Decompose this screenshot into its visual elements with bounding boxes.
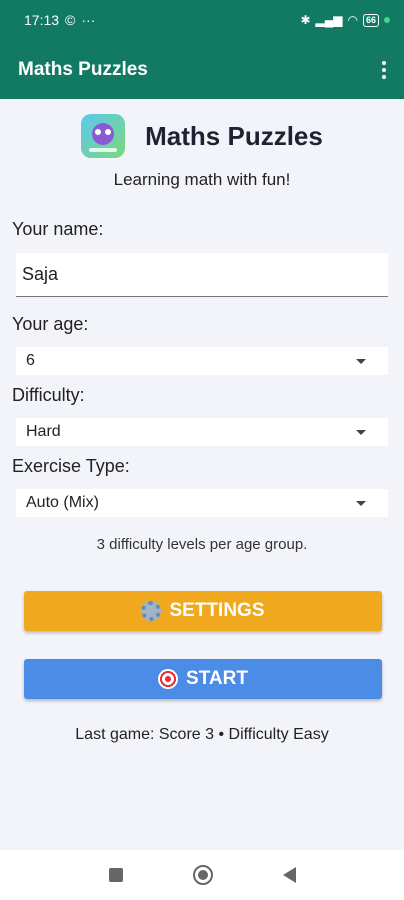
- start-button-label: START: [186, 668, 248, 689]
- appbar-title: Maths Puzzles: [18, 58, 148, 80]
- app-subtitle: Learning math with fun!: [113, 170, 291, 189]
- more-notifications-icon: ···: [81, 12, 96, 28]
- exercise-type-value: Auto (Mix): [26, 494, 99, 511]
- settings-button[interactable]: SETTINGS: [24, 591, 382, 631]
- name-label: Your name:: [12, 219, 104, 239]
- app-bar: Maths Puzzles: [0, 40, 404, 99]
- status-time: 17:13: [24, 12, 60, 28]
- start-button[interactable]: START: [24, 659, 382, 699]
- age-label: Your age:: [12, 314, 89, 334]
- back-icon[interactable]: [282, 867, 296, 883]
- battery-icon: 66: [362, 13, 379, 27]
- last-game-summary: Last game: Score 3 • Difficulty Easy: [75, 726, 329, 743]
- recents-icon[interactable]: [108, 868, 123, 882]
- chevron-down-icon: [356, 429, 366, 435]
- system-nav-bar: [0, 850, 404, 900]
- exercise-type-label: Exercise Type:: [12, 456, 130, 476]
- privacy-dot-icon: [384, 17, 390, 23]
- chevron-down-icon: [356, 500, 366, 506]
- age-value: 6: [26, 352, 35, 369]
- age-dropdown[interactable]: 6: [16, 347, 388, 375]
- app-header: Maths Puzzles: [0, 114, 404, 158]
- difficulty-dropdown[interactable]: Hard: [16, 418, 388, 446]
- difficulty-info-text: 3 difficulty levels per age group.: [96, 536, 308, 553]
- bluetooth-icon: ✱: [300, 13, 311, 27]
- target-icon: [158, 669, 179, 689]
- exercise-type-dropdown[interactable]: Auto (Mix): [16, 489, 388, 517]
- app-name: Maths Puzzles: [145, 120, 323, 151]
- chevron-down-icon: [356, 358, 366, 364]
- app-logo: [81, 114, 126, 158]
- notification-icon: ©: [65, 12, 76, 28]
- difficulty-label: Difficulty:: [12, 385, 85, 405]
- name-field[interactable]: [16, 253, 388, 297]
- gear-icon: [141, 601, 162, 621]
- name-input[interactable]: [16, 253, 388, 296]
- home-icon[interactable]: [192, 865, 213, 885]
- overflow-menu-icon[interactable]: [378, 55, 390, 85]
- signal-icon: ▂▄▆: [315, 13, 343, 27]
- difficulty-value: Hard: [26, 423, 61, 440]
- wifi-icon: ◠: [347, 13, 358, 27]
- status-bar: 17:13 © ··· ✱ ▂▄▆ ◠ 66: [0, 0, 404, 40]
- settings-button-label: SETTINGS: [169, 600, 265, 621]
